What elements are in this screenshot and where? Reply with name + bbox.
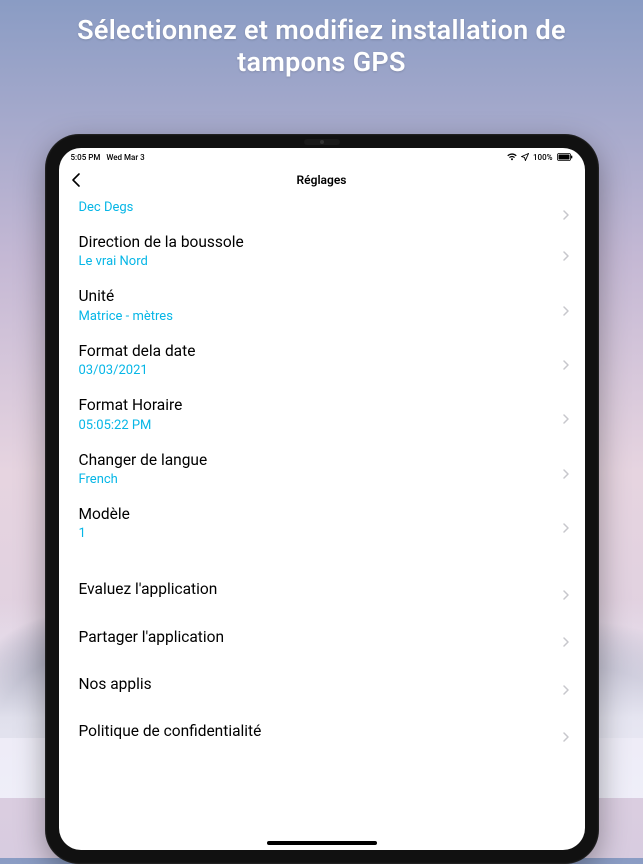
row-our-apps[interactable]: Nos applis	[59, 661, 585, 708]
status-battery-text: 100%	[533, 153, 553, 162]
row-title: Format Horaire	[79, 396, 565, 415]
tablet-frame: 5:05 PM Wed Mar 3 100% Réglages	[45, 134, 599, 864]
row-title: Nos applis	[79, 675, 565, 694]
row-share-app[interactable]: Partager l'application	[59, 614, 585, 661]
row-value: 03/03/2021	[79, 363, 565, 378]
page-title: Réglages	[297, 173, 347, 187]
back-button[interactable]	[69, 172, 85, 188]
row-coord-format[interactable]: Dec Degs	[59, 196, 585, 224]
row-template[interactable]: Modèle 1	[59, 496, 585, 550]
status-right: 100%	[507, 153, 573, 162]
row-title: Format dela date	[79, 342, 565, 361]
status-date: Wed Mar 3	[106, 153, 144, 162]
row-title: Politique de confidentialité	[79, 722, 565, 741]
row-privacy-policy[interactable]: Politique de confidentialité	[59, 708, 585, 755]
settings-list: Dec Degs Direction de la boussole Le vra…	[59, 194, 585, 850]
row-rate-app[interactable]: Evaluez l'application	[59, 566, 585, 613]
status-bar: 5:05 PM Wed Mar 3 100%	[59, 148, 585, 166]
row-value: Dec Degs	[79, 200, 565, 215]
row-value: 1	[79, 526, 565, 541]
status-left: 5:05 PM Wed Mar 3	[71, 153, 149, 162]
promo-headline: Sélectionnez et modifiez installation de…	[0, 14, 643, 79]
row-title: Changer de langue	[79, 451, 565, 470]
row-value: French	[79, 472, 565, 487]
wifi-icon	[507, 153, 517, 161]
battery-icon	[557, 153, 573, 161]
tablet-screen: 5:05 PM Wed Mar 3 100% Réglages	[59, 148, 585, 850]
row-compass-direction[interactable]: Direction de la boussole Le vrai Nord	[59, 224, 585, 278]
row-title: Direction de la boussole	[79, 233, 565, 252]
row-value: Matrice - mètres	[79, 309, 565, 324]
location-icon	[521, 153, 529, 161]
tablet-camera	[304, 139, 340, 145]
navbar: Réglages	[59, 166, 585, 194]
home-indicator[interactable]	[267, 841, 377, 845]
row-unit[interactable]: Unité Matrice - mètres	[59, 278, 585, 332]
status-time: 5:05 PM	[71, 153, 101, 162]
row-title: Unité	[79, 287, 565, 306]
row-time-format[interactable]: Format Horaire 05:05:22 PM	[59, 387, 585, 441]
row-value: Le vrai Nord	[79, 254, 565, 269]
row-value: 05:05:22 PM	[79, 418, 565, 433]
row-language[interactable]: Changer de langue French	[59, 442, 585, 496]
row-title: Modèle	[79, 505, 565, 524]
row-title: Partager l'application	[79, 628, 565, 647]
row-date-format[interactable]: Format dela date 03/03/2021	[59, 333, 585, 387]
row-title: Evaluez l'application	[79, 580, 565, 599]
